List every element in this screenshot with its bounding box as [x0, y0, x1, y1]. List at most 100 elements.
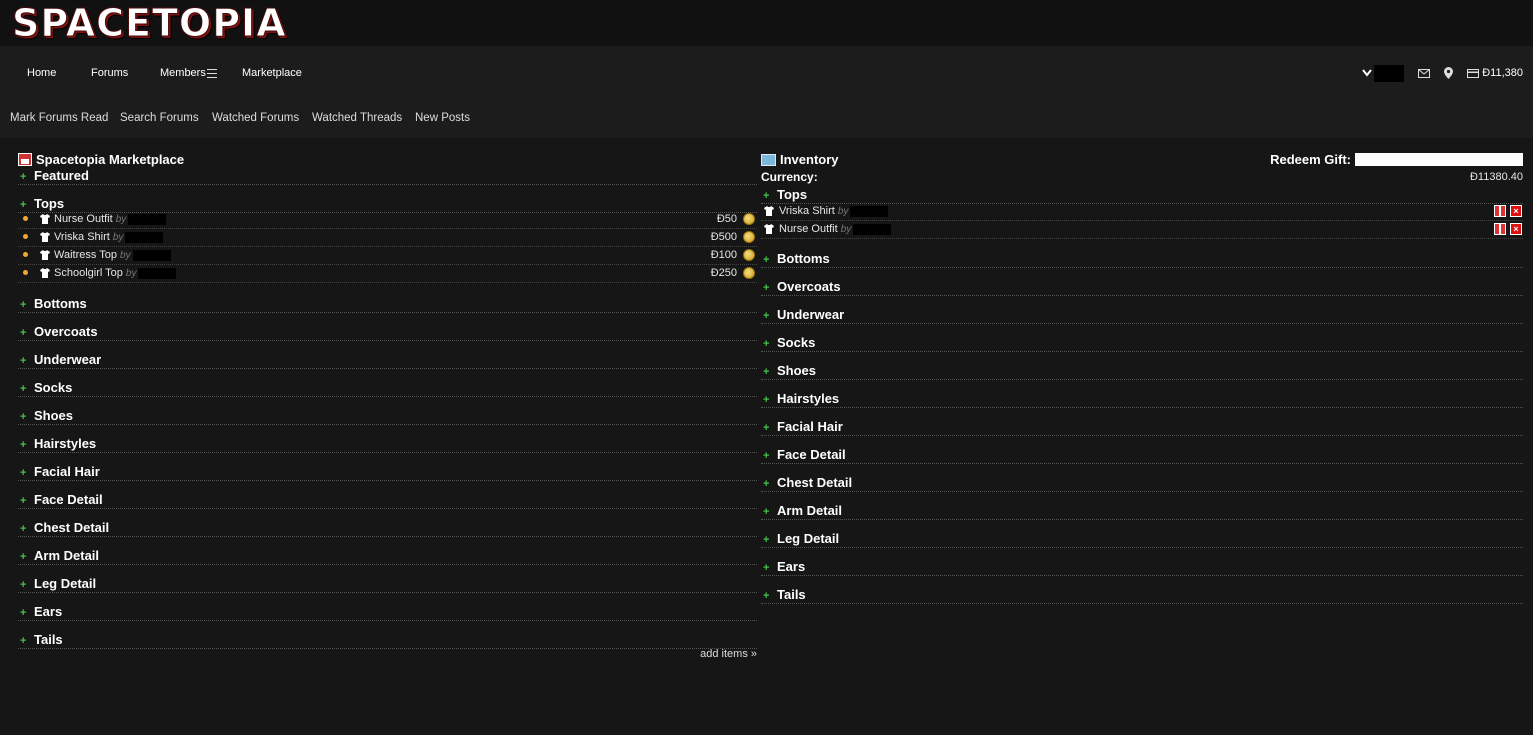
inventory-category-facial-hair[interactable]: + Facial Hair: [761, 419, 1523, 436]
shop-icon: [18, 153, 32, 166]
balance-link[interactable]: Đ11,380: [1467, 67, 1523, 79]
inventory-category-face-detail[interactable]: + Face Detail: [761, 447, 1523, 464]
author-redacted: [128, 213, 167, 225]
members-menu-icon[interactable]: [207, 66, 217, 81]
market-item[interactable]: Vriska Shirt by Đ500: [18, 229, 757, 247]
inventory-item[interactable]: Nurse Outfit by ×: [761, 221, 1523, 239]
inventory-category-ears[interactable]: + Ears: [761, 559, 1523, 576]
market-item[interactable]: Nurse Outfit by Đ50: [18, 211, 757, 229]
buy-coin-icon[interactable]: [743, 249, 755, 261]
expand-plus-icon: +: [20, 635, 27, 647]
expand-plus-icon: +: [763, 450, 770, 462]
expand-plus-icon: +: [763, 478, 770, 490]
category-underwear[interactable]: + Underwear: [18, 352, 757, 369]
category-overcoats[interactable]: + Overcoats: [18, 324, 757, 341]
category-featured[interactable]: + Featured: [18, 168, 757, 185]
category-face-detail[interactable]: + Face Detail: [18, 492, 757, 509]
inventory-category-socks[interactable]: + Socks: [761, 335, 1523, 352]
nav-forums[interactable]: Forums: [91, 67, 128, 79]
expand-plus-icon: +: [763, 310, 770, 322]
item-price: Đ250: [710, 267, 737, 279]
item-name[interactable]: Nurse Outfit: [54, 213, 113, 225]
redeem-gift-input[interactable]: [1355, 153, 1523, 166]
expand-plus-icon: +: [20, 523, 27, 535]
expand-plus-icon: +: [20, 171, 27, 183]
item-name[interactable]: Nurse Outfit: [779, 223, 838, 235]
bullet-icon: [23, 252, 28, 257]
nav-members[interactable]: Members: [160, 67, 206, 79]
expand-plus-icon: +: [20, 579, 27, 591]
market-item[interactable]: Waitress Top by Đ100: [18, 247, 757, 265]
nav-marketplace[interactable]: Marketplace: [242, 67, 302, 79]
shirt-icon: [40, 232, 50, 242]
inventory-category-overcoats[interactable]: + Overcoats: [761, 279, 1523, 296]
inventory-category-tops[interactable]: + Tops: [761, 187, 1523, 204]
currency-label: Currency:: [761, 170, 818, 184]
item-name[interactable]: Vriska Shirt: [54, 231, 110, 243]
category-chest-detail[interactable]: + Chest Detail: [18, 520, 757, 537]
buy-coin-icon[interactable]: [743, 267, 755, 279]
item-name[interactable]: Schoolgirl Top: [54, 267, 123, 279]
category-tails[interactable]: + Tails: [18, 632, 757, 649]
location-pin-icon[interactable]: [1444, 67, 1454, 79]
add-items-link[interactable]: add items »: [700, 648, 757, 660]
inventory-category-hairstyles[interactable]: + Hairstyles: [761, 391, 1523, 408]
bullet-icon: [23, 234, 28, 239]
author-redacted: [132, 249, 171, 261]
watched-threads-link[interactable]: Watched Threads: [312, 112, 402, 124]
buy-coin-icon[interactable]: [743, 213, 755, 225]
shirt-icon: [764, 206, 774, 216]
expand-plus-icon: +: [20, 411, 27, 423]
inventory-category-leg-detail[interactable]: + Leg Detail: [761, 531, 1523, 548]
search-forums-link[interactable]: Search Forums: [120, 112, 199, 124]
item-price: Đ100: [710, 249, 737, 261]
site-logo[interactable]: SPACETOPIA: [12, 4, 287, 43]
category-socks[interactable]: + Socks: [18, 380, 757, 397]
expand-plus-icon: +: [763, 190, 770, 202]
watched-forums-link[interactable]: Watched Forums: [212, 112, 299, 124]
nav-home[interactable]: Home: [27, 67, 56, 79]
bullet-icon: [23, 216, 28, 221]
category-leg-detail[interactable]: + Leg Detail: [18, 576, 757, 593]
mail-icon[interactable]: [1418, 68, 1431, 78]
delete-icon[interactable]: ×: [1510, 223, 1522, 235]
inventory-category-bottoms[interactable]: + Bottoms: [761, 251, 1523, 268]
shirt-icon: [40, 214, 50, 224]
item-name[interactable]: Vriska Shirt: [779, 205, 835, 217]
item-name[interactable]: Waitress Top: [54, 249, 117, 261]
expand-plus-icon: +: [763, 422, 770, 434]
expand-plus-icon: +: [20, 327, 27, 339]
mark-forums-read-link[interactable]: Mark Forums Read: [10, 112, 108, 124]
inventory-category-tails[interactable]: + Tails: [761, 587, 1523, 604]
new-posts-link[interactable]: New Posts: [415, 112, 470, 124]
expand-plus-icon: +: [20, 607, 27, 619]
user-menu[interactable]: [1362, 64, 1405, 82]
category-hairstyles[interactable]: + Hairstyles: [18, 436, 757, 453]
expand-plus-icon: +: [20, 495, 27, 507]
market-item[interactable]: Schoolgirl Top by Đ250: [18, 265, 757, 283]
expand-plus-icon: +: [20, 355, 27, 367]
inventory-category-underwear[interactable]: + Underwear: [761, 307, 1523, 324]
expand-plus-icon: +: [763, 338, 770, 350]
inventory-category-arm-detail[interactable]: + Arm Detail: [761, 503, 1523, 520]
expand-plus-icon: +: [20, 299, 27, 311]
category-facial-hair[interactable]: + Facial Hair: [18, 464, 757, 481]
main-nav: Home Forums Members Marketplace Đ11,380: [0, 46, 1533, 98]
gift-icon[interactable]: [1494, 223, 1506, 235]
credit-card-icon: [1467, 68, 1480, 78]
inventory-category-chest-detail[interactable]: + Chest Detail: [761, 475, 1523, 492]
category-bottoms[interactable]: + Bottoms: [18, 296, 757, 313]
expand-plus-icon: +: [20, 383, 27, 395]
shirt-icon: [40, 250, 50, 260]
buy-coin-icon[interactable]: [743, 231, 755, 243]
category-shoes[interactable]: + Shoes: [18, 408, 757, 425]
marketplace-title: Spacetopia Marketplace: [18, 152, 184, 167]
inventory-category-shoes[interactable]: + Shoes: [761, 363, 1523, 380]
inventory-item[interactable]: Vriska Shirt by ×: [761, 203, 1523, 221]
category-ears[interactable]: + Ears: [18, 604, 757, 621]
gift-icon[interactable]: [1494, 205, 1506, 217]
delete-icon[interactable]: ×: [1510, 205, 1522, 217]
category-arm-detail[interactable]: + Arm Detail: [18, 548, 757, 565]
expand-plus-icon: +: [763, 534, 770, 546]
username-redacted: [1374, 64, 1405, 82]
